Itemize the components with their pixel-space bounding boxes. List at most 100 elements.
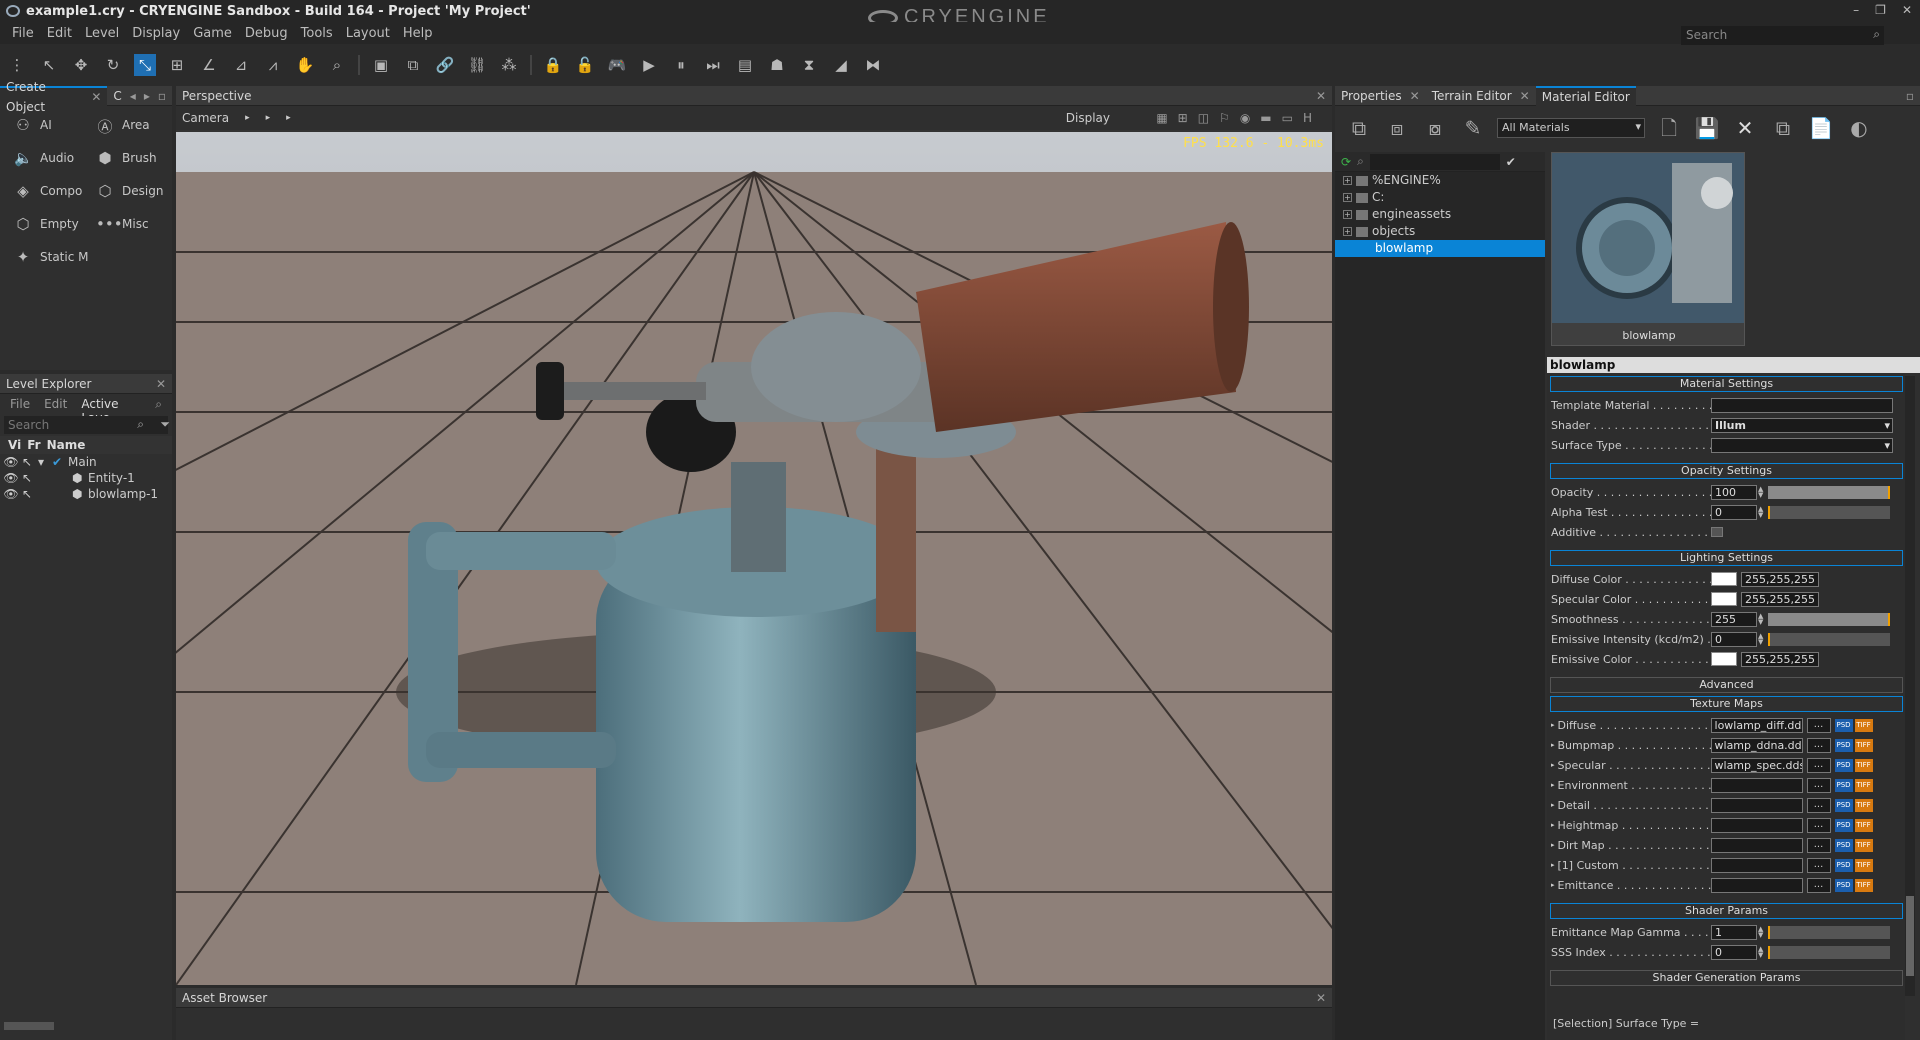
slider-handle[interactable] [1768, 945, 1770, 959]
psd-icon[interactable]: PSD [1834, 858, 1853, 872]
alpha-test-slider[interactable] [1768, 505, 1890, 519]
texture-path-input[interactable]: wlamp_ddna.dds [1710, 737, 1803, 753]
texture-path-input[interactable] [1710, 797, 1803, 813]
browse-texture-button[interactable]: ... [1806, 777, 1831, 793]
tab-collapsed[interactable]: C ◂ ▸ ▫ [107, 86, 172, 106]
tiff-icon[interactable]: TIFF [1854, 738, 1873, 752]
tiff-icon[interactable]: TIFF [1854, 778, 1873, 792]
alpha-test-input[interactable]: 0 [1711, 504, 1757, 520]
shader-param-input[interactable]: 0 [1711, 944, 1757, 960]
play-icon[interactable]: ▶ [638, 54, 660, 76]
browse-texture-button[interactable]: ... [1806, 837, 1831, 853]
unlock-icon[interactable]: 🔓 [574, 54, 596, 76]
create-misc-button[interactable]: ••• Misc [96, 213, 178, 235]
tree-row[interactable]: 👁 ↖ ▾ ✔ Main [0, 454, 172, 470]
spinner-icon[interactable]: ▲ ▼ [1758, 486, 1764, 499]
psd-icon[interactable]: PSD [1834, 758, 1853, 772]
terrain-icon[interactable]: ◢ [830, 54, 852, 76]
snap-terrain-icon[interactable]: ⩘ [262, 54, 284, 76]
browse-texture-button[interactable]: ... [1806, 797, 1831, 813]
psd-icon[interactable]: PSD [1834, 798, 1853, 812]
eye-icon[interactable]: 👁 [0, 454, 22, 470]
emissive-color-swatch[interactable] [1711, 652, 1737, 666]
slider-handle[interactable] [1888, 612, 1890, 626]
maximize-icon[interactable]: ▫ [1906, 89, 1914, 103]
menu-game[interactable]: Game [193, 26, 232, 41]
chevron-right-icon[interactable]: ▸ [1551, 761, 1555, 769]
column-frozen[interactable]: Fr [27, 436, 40, 454]
texture-path-input[interactable] [1710, 777, 1803, 793]
chevron-right-icon[interactable]: ▸ [1551, 781, 1555, 789]
spinner-icon[interactable]: ▲ ▼ [1758, 613, 1764, 626]
tab-properties[interactable]: Properties ✕ [1335, 86, 1426, 106]
emissive-color-input[interactable]: 255,255,255 [1741, 651, 1819, 667]
close-icon[interactable]: ✕ [1410, 86, 1420, 106]
browse-texture-button[interactable]: ... [1806, 857, 1831, 873]
create-ai-button[interactable]: ⚇ AI [14, 114, 96, 136]
texture-path-input[interactable] [1710, 837, 1803, 853]
slider-handle[interactable] [1768, 632, 1770, 646]
browse-texture-button[interactable]: ... [1806, 757, 1831, 773]
get-material-icon[interactable]: ⧇ [1421, 114, 1449, 142]
texture-path-input[interactable] [1710, 877, 1803, 893]
chevron-right-icon[interactable]: ▸ [1551, 821, 1555, 829]
menu-layout[interactable]: Layout [346, 26, 390, 41]
tab-level-explorer[interactable]: Level Explorer [0, 374, 97, 394]
reset-material-icon[interactable]: ⧈ [1383, 114, 1411, 142]
browse-texture-button[interactable]: ... [1806, 817, 1831, 833]
scale-tool-icon[interactable]: ⤡ [134, 54, 156, 76]
tab-perspective[interactable]: Perspective [176, 86, 258, 106]
check-icon[interactable]: ✔ [1506, 155, 1516, 169]
library-search-input[interactable] [1369, 153, 1500, 170]
search-icon[interactable]: ⌕ [1357, 154, 1364, 169]
create-brush-button[interactable]: ⬢ Brush [96, 147, 178, 169]
menu-tools[interactable]: Tools [301, 26, 333, 41]
lighting-settings-header[interactable]: Lighting Settings [1550, 550, 1903, 566]
snap-angle-icon[interactable]: ∠ [198, 54, 220, 76]
chevron-right-icon[interactable]: ▸ [1551, 841, 1555, 849]
library-item[interactable]: + %ENGINE% [1335, 172, 1545, 189]
psd-icon[interactable]: PSD [1834, 718, 1853, 732]
opacity-settings-header[interactable]: Opacity Settings [1550, 463, 1903, 479]
active-layer-button[interactable]: Active Laye [81, 397, 141, 425]
spinner-icon[interactable]: ▲ ▼ [1758, 926, 1764, 939]
chevron-right-icon[interactable]: ▸ [1551, 721, 1555, 729]
chevron-right-icon[interactable]: ▸ [1551, 741, 1555, 749]
search-icon[interactable]: ⌕ [1873, 27, 1880, 42]
material-preview[interactable]: blowlamp [1551, 152, 1745, 346]
preview-options-icon[interactable]: ◐ [1845, 114, 1873, 142]
psd-icon[interactable]: PSD [1834, 778, 1853, 792]
create-component-button[interactable]: ◈ Compo [14, 180, 96, 202]
specular-color-swatch[interactable] [1711, 592, 1737, 606]
menu-help[interactable]: Help [403, 26, 433, 41]
diffuse-color-input[interactable]: 255,255,255 [1741, 571, 1819, 587]
pick-material-icon[interactable]: ✎ [1459, 114, 1487, 142]
refresh-icon[interactable]: ⟳ [1341, 155, 1351, 169]
material-settings-header[interactable]: Material Settings [1550, 376, 1903, 392]
create-designer-button[interactable]: ⬡ Design [96, 180, 178, 202]
scrollbar-thumb[interactable] [1906, 896, 1914, 976]
scene-render[interactable] [176, 132, 1332, 985]
library-item[interactable]: + objects [1335, 223, 1545, 240]
find-icon[interactable]: ⌕ [326, 54, 348, 76]
cursor-icon[interactable]: ↖ [22, 454, 38, 470]
spinner-icon[interactable]: ▲ ▼ [1758, 633, 1764, 646]
chevron-right-icon[interactable]: ▸ [266, 113, 271, 123]
unlink-icon[interactable]: ⛓ [466, 54, 488, 76]
scroll-left-icon[interactable]: ◂ [130, 86, 136, 106]
additive-checkbox[interactable] [1711, 527, 1723, 537]
align-icon[interactable]: ⁂ [498, 54, 520, 76]
emissive-intensity-input[interactable]: 0 [1711, 631, 1757, 647]
smoothness-slider[interactable] [1768, 612, 1890, 626]
pick-icon[interactable]: ✋ [294, 54, 316, 76]
close-icon[interactable]: ✕ [91, 87, 101, 107]
texture-path-input[interactable] [1710, 857, 1803, 873]
save-material-icon[interactable]: 💾 [1693, 114, 1721, 142]
shader-params-header[interactable]: Shader Params [1550, 903, 1903, 919]
pause-icon[interactable]: ⏸ [670, 54, 692, 76]
close-icon[interactable]: ✕ [156, 377, 166, 391]
psd-icon[interactable]: PSD [1834, 818, 1853, 832]
assign-material-icon[interactable]: ⧉ [1345, 114, 1373, 142]
template-material-input[interactable] [1711, 397, 1893, 413]
expand-icon[interactable]: + [1343, 210, 1352, 219]
